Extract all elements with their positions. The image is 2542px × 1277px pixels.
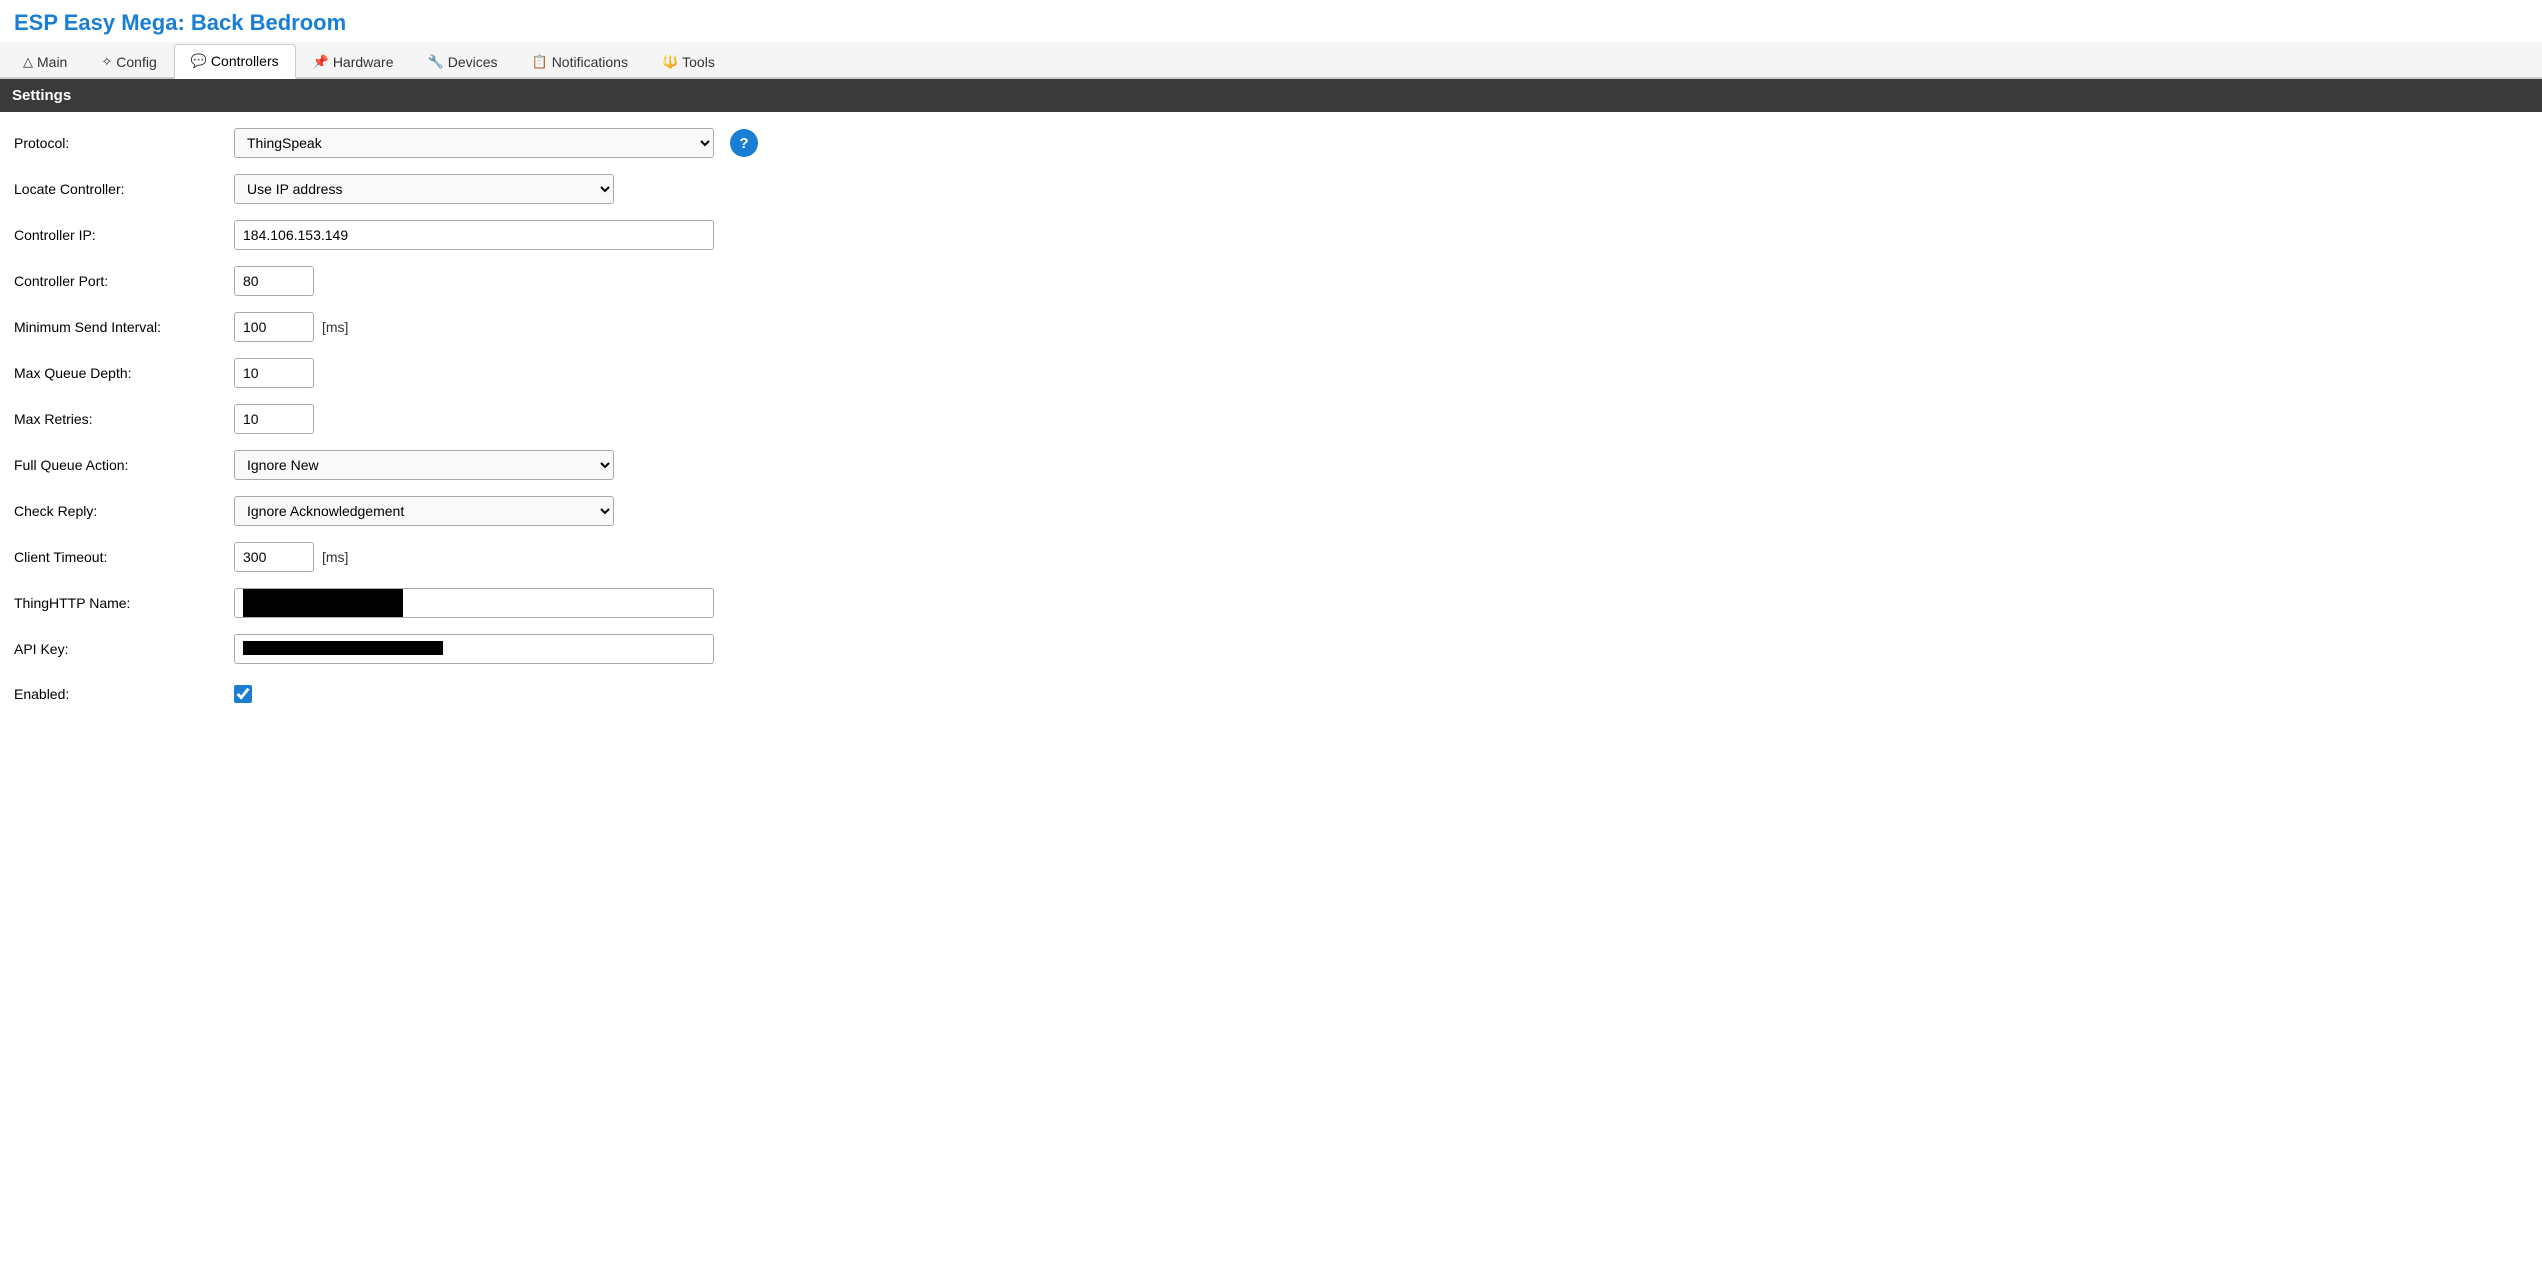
client-timeout-row: Client Timeout: [ms] <box>0 534 2542 580</box>
tab-main-label: Main <box>37 54 67 70</box>
tab-main[interactable]: △ Main <box>6 44 84 79</box>
locate-controller-control: Use IP address Use Hostname <box>234 174 614 204</box>
locate-controller-row: Locate Controller: Use IP address Use Ho… <box>0 166 2542 212</box>
config-icon: ✧ <box>101 54 112 70</box>
locate-controller-select[interactable]: Use IP address Use Hostname <box>234 174 614 204</box>
min-send-interval-row: Minimum Send Interval: [ms] <box>0 304 2542 350</box>
thinhttp-name-label: ThingHTTP Name: <box>14 594 234 612</box>
max-queue-depth-input[interactable] <box>234 358 314 388</box>
client-timeout-control: [ms] <box>234 542 348 572</box>
notifications-icon: 📋 <box>532 54 548 70</box>
tab-notifications-label: Notifications <box>552 54 628 70</box>
tab-hardware[interactable]: 📌 Hardware <box>296 44 411 79</box>
settings-header: Settings <box>0 79 2542 112</box>
hardware-icon: 📌 <box>313 54 329 70</box>
tab-config-label: Config <box>116 54 156 70</box>
full-queue-action-control: Ignore New Delete Oldest <box>234 450 614 480</box>
controller-port-control <box>234 266 314 296</box>
api-key-control <box>234 634 714 664</box>
controller-ip-input[interactable] <box>234 220 714 250</box>
api-key-row: API Key: <box>0 626 2542 672</box>
enabled-control <box>234 685 252 703</box>
tab-notifications[interactable]: 📋 Notifications <box>515 44 645 79</box>
devices-icon: 🔧 <box>428 54 444 70</box>
tab-tools-label: Tools <box>682 54 715 70</box>
controller-port-label: Controller Port: <box>14 272 234 290</box>
controllers-icon: 💬 <box>191 53 207 69</box>
max-queue-depth-control <box>234 358 314 388</box>
api-key-container <box>234 634 714 664</box>
controller-ip-label: Controller IP: <box>14 226 234 244</box>
enabled-row: Enabled: <box>0 672 2542 716</box>
tab-tools[interactable]: 🔱 Tools <box>645 44 732 79</box>
tab-controllers[interactable]: 💬 Controllers <box>174 44 296 79</box>
controller-ip-control <box>234 220 714 250</box>
thinhttp-name-control <box>234 588 714 618</box>
max-queue-depth-row: Max Queue Depth: <box>0 350 2542 396</box>
main-icon: △ <box>23 54 33 70</box>
max-retries-row: Max Retries: <box>0 396 2542 442</box>
tab-config[interactable]: ✧ Config <box>84 44 173 79</box>
full-queue-action-select[interactable]: Ignore New Delete Oldest <box>234 450 614 480</box>
thinhttp-name-redacted <box>243 589 403 617</box>
help-button[interactable]: ? <box>730 129 758 157</box>
tab-devices-label: Devices <box>448 54 498 70</box>
client-timeout-input[interactable] <box>234 542 314 572</box>
locate-controller-label: Locate Controller: <box>14 180 234 198</box>
tools-icon: 🔱 <box>662 54 678 70</box>
tab-devices[interactable]: 🔧 Devices <box>411 44 515 79</box>
min-send-interval-control: [ms] <box>234 312 348 342</box>
thinhttp-name-container <box>234 588 714 618</box>
client-timeout-unit: [ms] <box>322 549 348 565</box>
protocol-control: ThingSpeak OpenHAB MQTT Domoticz MQTT Ge… <box>234 128 758 158</box>
api-key-redacted <box>243 641 443 655</box>
full-queue-action-row: Full Queue Action: Ignore New Delete Old… <box>0 442 2542 488</box>
navigation-bar: △ Main ✧ Config 💬 Controllers 📌 Hardware… <box>0 42 2542 79</box>
min-send-interval-label: Minimum Send Interval: <box>14 318 234 336</box>
controller-ip-row: Controller IP: <box>0 212 2542 258</box>
protocol-select[interactable]: ThingSpeak OpenHAB MQTT Domoticz MQTT Ge… <box>234 128 714 158</box>
protocol-row: Protocol: ThingSpeak OpenHAB MQTT Domoti… <box>0 120 2542 166</box>
api-key-label: API Key: <box>14 640 234 658</box>
client-timeout-label: Client Timeout: <box>14 548 234 566</box>
controller-port-row: Controller Port: <box>0 258 2542 304</box>
enabled-checkbox[interactable] <box>234 685 252 703</box>
settings-form: Protocol: ThingSpeak OpenHAB MQTT Domoti… <box>0 112 2542 724</box>
check-reply-row: Check Reply: Ignore Acknowledgement Chec… <box>0 488 2542 534</box>
thinhttp-name-row: ThingHTTP Name: <box>0 580 2542 626</box>
max-retries-input[interactable] <box>234 404 314 434</box>
check-reply-control: Ignore Acknowledgement Check Acknowledge… <box>234 496 614 526</box>
controller-port-input[interactable] <box>234 266 314 296</box>
min-send-interval-unit: [ms] <box>322 319 348 335</box>
protocol-label: Protocol: <box>14 134 234 152</box>
full-queue-action-label: Full Queue Action: <box>14 456 234 474</box>
check-reply-select[interactable]: Ignore Acknowledgement Check Acknowledge… <box>234 496 614 526</box>
max-queue-depth-label: Max Queue Depth: <box>14 364 234 382</box>
check-reply-label: Check Reply: <box>14 502 234 520</box>
max-retries-control <box>234 404 314 434</box>
enabled-label: Enabled: <box>14 685 234 703</box>
min-send-interval-input[interactable] <box>234 312 314 342</box>
tab-hardware-label: Hardware <box>333 54 394 70</box>
tab-controllers-label: Controllers <box>211 53 279 69</box>
page-title: ESP Easy Mega: Back Bedroom <box>0 0 2542 42</box>
max-retries-label: Max Retries: <box>14 410 234 428</box>
